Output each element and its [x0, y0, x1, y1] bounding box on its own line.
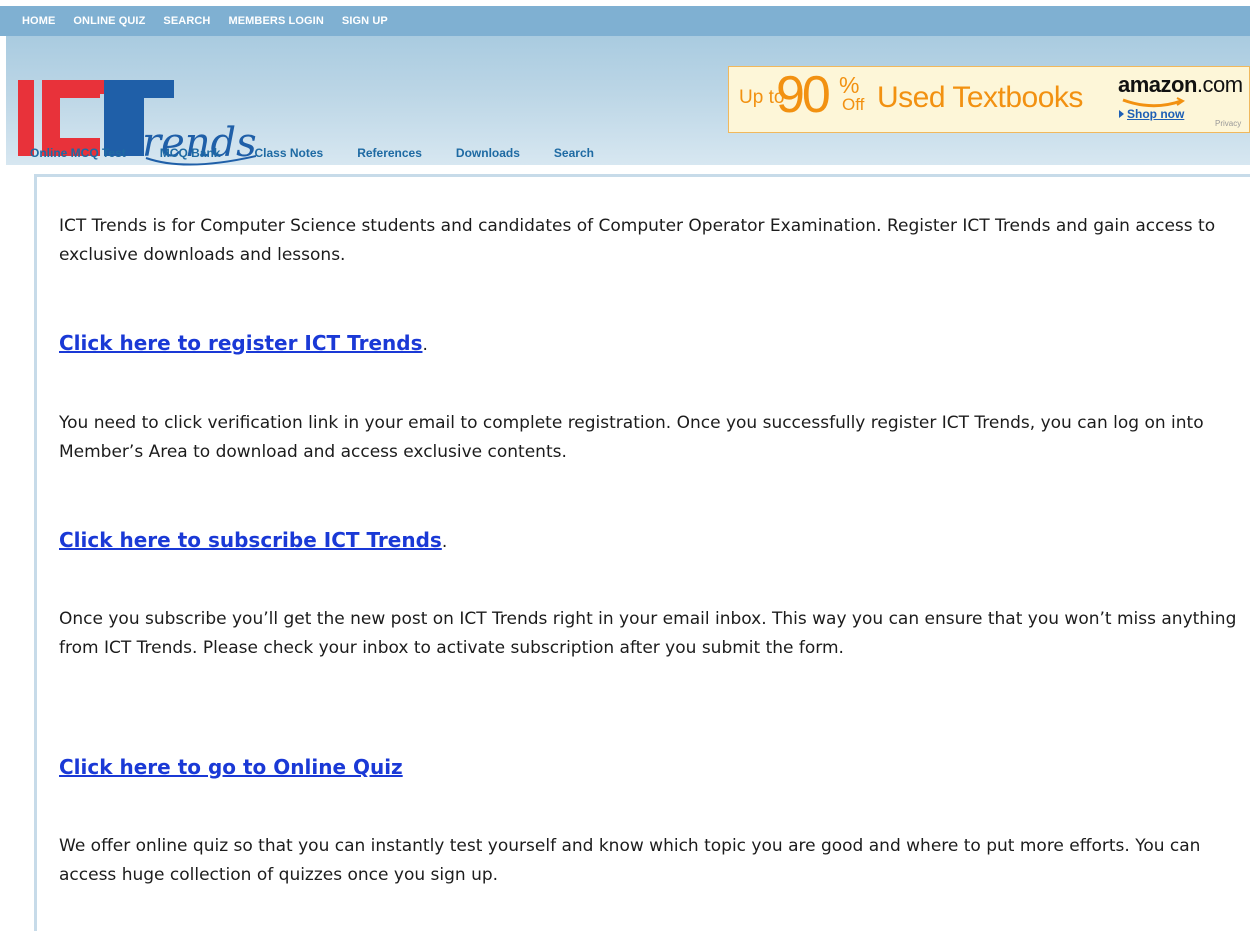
subscribe-line: Click here to subscribe ICT Trends. [59, 528, 448, 552]
amazon-ad-banner[interactable]: Up to 90 % Off Used Textbooks amazon.com… [728, 66, 1250, 133]
nav-search[interactable]: Search [554, 146, 594, 160]
ad-percent-sign: % [839, 72, 860, 98]
amazon-logo: amazon.com [1118, 72, 1243, 97]
main-navigation: Online MCQ Test MCQ Bank Class Notes Ref… [6, 140, 1250, 165]
ad-off: Off [842, 95, 865, 114]
ad-headline: Used Textbooks [877, 81, 1083, 114]
nav-references[interactable]: References [357, 146, 422, 160]
nav-class-notes[interactable]: Class Notes [254, 146, 323, 160]
nav-online-mcq-test[interactable]: Online MCQ Test [30, 146, 126, 160]
play-triangle-icon [1119, 110, 1124, 118]
ad-shop-now-link[interactable]: Shop now [1119, 107, 1184, 121]
quiz-paragraph: We offer online quiz so that you can ins… [59, 836, 1201, 885]
subscribe-paragraph: Once you subscribe you’ll get the new po… [59, 609, 1237, 658]
top-nav-home[interactable]: HOME [22, 15, 55, 27]
register-line: Click here to register ICT Trends. [59, 331, 428, 355]
register-link[interactable]: Click here to register ICT Trends [59, 331, 422, 355]
verification-paragraph: You need to click verification link in y… [59, 413, 1204, 462]
top-nav-online-quiz[interactable]: ONLINE QUIZ [73, 15, 145, 27]
intro-paragraph: ICT Trends is for Computer Science stude… [59, 216, 1216, 265]
content-left-border [34, 174, 37, 931]
subscribe-link[interactable]: Click here to subscribe ICT Trends [59, 528, 442, 552]
top-nav-members-login[interactable]: MEMBERS LOGIN [228, 15, 323, 27]
top-nav-sign-up[interactable]: SIGN UP [342, 15, 388, 27]
online-quiz-link[interactable]: Click here to go to Online Quiz [59, 755, 403, 779]
top-nav-search[interactable]: SEARCH [163, 15, 210, 27]
quiz-line: Click here to go to Online Quiz [59, 753, 403, 784]
content-top-border [34, 174, 1250, 177]
nav-mcq-bank[interactable]: MCQ Bank [160, 146, 221, 160]
ad-percent: 90 [776, 66, 831, 124]
ad-privacy-link[interactable]: Privacy [1215, 119, 1241, 128]
nav-downloads[interactable]: Downloads [456, 146, 520, 160]
top-navigation-bar: HOME ONLINE QUIZ SEARCH MEMBERS LOGIN SI… [0, 6, 1250, 36]
